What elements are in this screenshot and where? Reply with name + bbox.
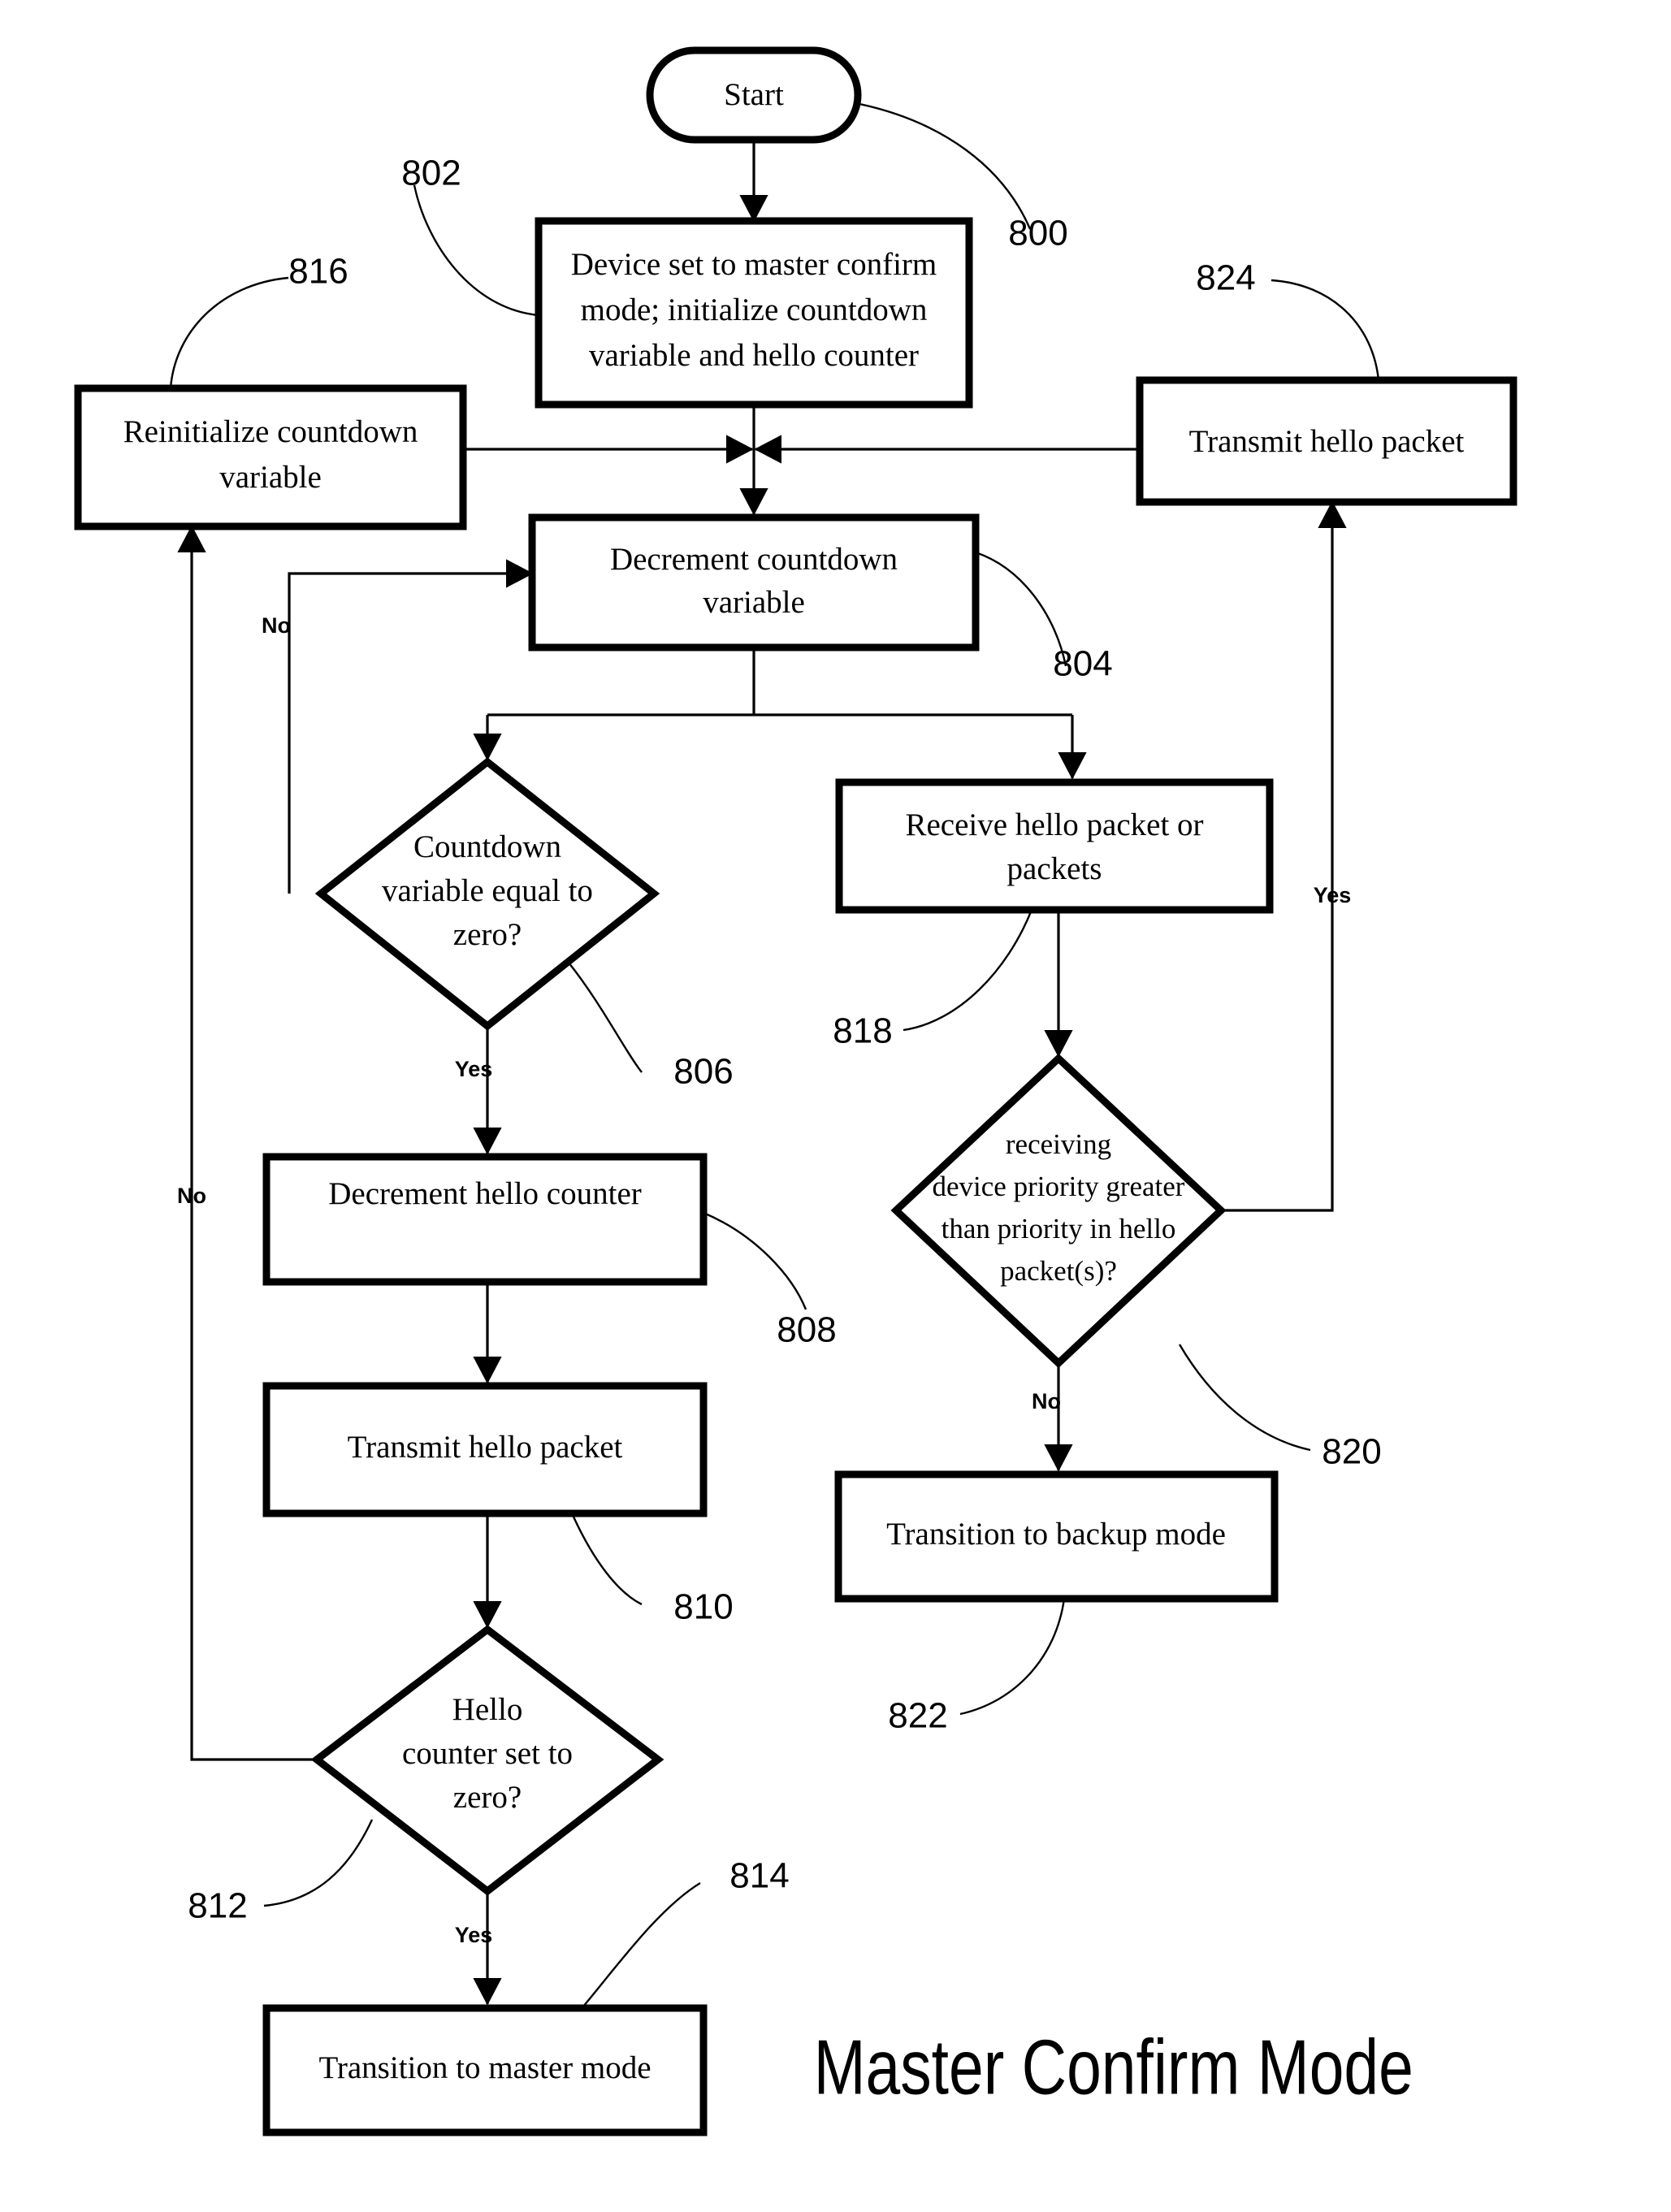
leader-812 xyxy=(263,1819,374,1907)
init-label-line-2: mode; initialize countdown xyxy=(581,292,928,327)
flowchart-canvas: Start Device set to master confirm mode;… xyxy=(74,46,1517,2136)
branch-label-hczero-no: No xyxy=(177,1184,206,1208)
reinit-label-line-1: Reinitialize countdown xyxy=(123,414,418,449)
decrement-cv-shape xyxy=(528,513,980,651)
edge-hczero-no-to-reinit xyxy=(177,525,319,1761)
dec-hello-label: Decrement hello counter xyxy=(328,1176,642,1211)
branch-label-priority-no: No xyxy=(1032,1389,1061,1413)
diagram-title: Master Confirm Mode xyxy=(814,2024,1413,2110)
node-transmit-hello-packet-right[interactable]: Transmit hello packet xyxy=(1136,376,1517,506)
node-transition-to-master-mode[interactable]: Transition to master mode xyxy=(262,2004,708,2136)
leader-810 xyxy=(571,1514,643,1606)
priority-label-line-4: packet(s)? xyxy=(1000,1255,1117,1287)
node-start[interactable]: Start xyxy=(646,46,862,144)
leader-800 xyxy=(859,102,1032,230)
reinit-shape xyxy=(74,384,467,530)
cv-zero-label-line-2: variable equal to xyxy=(382,873,593,908)
leader-822 xyxy=(959,1598,1066,1716)
to-master-label: Transition to master mode xyxy=(318,2050,651,2085)
leader-802 xyxy=(413,184,539,317)
ref-number-822: 822 xyxy=(888,1696,947,1736)
branch-label-hczero-yes: Yes xyxy=(455,1923,493,1947)
init-label-line-1: Device set to master confirm xyxy=(571,247,937,282)
tx-hello-right-label: Transmit hello packet xyxy=(1189,424,1465,459)
start-label: Start xyxy=(724,77,784,112)
priority-shape xyxy=(890,1053,1227,1369)
node-decrement-countdown-variable[interactable]: Decrement countdown variable xyxy=(528,513,980,651)
ref-number-806: 806 xyxy=(673,1052,733,1092)
priority-label-line-1: receiving xyxy=(1006,1128,1111,1160)
hc-zero-label-line-1: Hello xyxy=(452,1692,523,1727)
branch-label-cvzero-yes: Yes xyxy=(455,1057,493,1081)
to-backup-label: Transition to backup mode xyxy=(886,1517,1226,1552)
leader-806 xyxy=(568,962,643,1073)
hc-zero-label-line-2: counter set to xyxy=(402,1736,573,1771)
node-transmit-hello-packet-left[interactable]: Transmit hello packet xyxy=(262,1382,708,1517)
node-receive-hello-packets[interactable]: Receive hello packet or packets xyxy=(835,778,1274,914)
leader-818 xyxy=(903,909,1033,1032)
cv-zero-label-line-3: zero? xyxy=(453,917,522,952)
decrement-cv-label-line-1: Decrement countdown xyxy=(610,542,898,577)
ref-number-808: 808 xyxy=(777,1310,836,1350)
decrement-cv-label-line-2: variable xyxy=(703,585,805,620)
rx-hello-label-line-1: Receive hello packet or xyxy=(905,807,1203,842)
node-decrement-hello-counter[interactable]: Decrement hello counter xyxy=(262,1153,708,1286)
ref-number-810: 810 xyxy=(673,1587,733,1627)
priority-label-line-2: device priority greater xyxy=(933,1171,1185,1202)
ref-number-800: 800 xyxy=(1008,214,1067,253)
branch-label-priority-yes: Yes xyxy=(1314,883,1352,907)
node-priority-comparison[interactable]: receiving device priority greater than p… xyxy=(890,1053,1227,1369)
ref-number-816: 816 xyxy=(288,252,348,292)
ref-number-824: 824 xyxy=(1196,258,1255,298)
branch-label-cvzero-no: No xyxy=(262,613,291,638)
ref-number-804: 804 xyxy=(1053,644,1112,684)
ref-number-814: 814 xyxy=(729,1856,789,1896)
reinit-label-line-2: variable xyxy=(219,460,322,495)
node-transition-to-backup-mode[interactable]: Transition to backup mode xyxy=(834,1470,1279,1603)
leader-816 xyxy=(169,276,289,389)
ref-number-818: 818 xyxy=(833,1011,892,1051)
leader-808 xyxy=(703,1211,807,1310)
diagram-title-text: Master Confirm Mode xyxy=(814,2024,1413,2110)
node-hello-counter-zero[interactable]: Hello counter set to zero? xyxy=(310,1625,665,1896)
tx-hello-left-label: Transmit hello packet xyxy=(348,1430,623,1465)
ref-number-820: 820 xyxy=(1322,1432,1381,1472)
leader-814 xyxy=(582,1881,701,2007)
node-init[interactable]: Device set to master confirm mode; initi… xyxy=(535,217,973,409)
rx-hello-shape xyxy=(835,778,1274,914)
leader-824 xyxy=(1271,279,1380,381)
node-reinitialize-countdown-variable[interactable]: Reinitialize countdown variable xyxy=(74,384,467,530)
ref-number-802: 802 xyxy=(401,154,461,193)
rx-hello-label-line-2: packets xyxy=(1007,851,1102,886)
node-countdown-variable-equal-zero[interactable]: Countdown variable equal to zero? xyxy=(314,757,660,1031)
cv-zero-label-line-1: Countdown xyxy=(413,829,561,864)
priority-label-line-3: than priority in hello xyxy=(942,1213,1176,1245)
ref-number-812: 812 xyxy=(188,1886,247,1926)
hc-zero-label-line-3: zero? xyxy=(453,1780,522,1815)
leader-820 xyxy=(1178,1344,1311,1452)
init-label-line-3: variable and hello counter xyxy=(589,338,919,373)
